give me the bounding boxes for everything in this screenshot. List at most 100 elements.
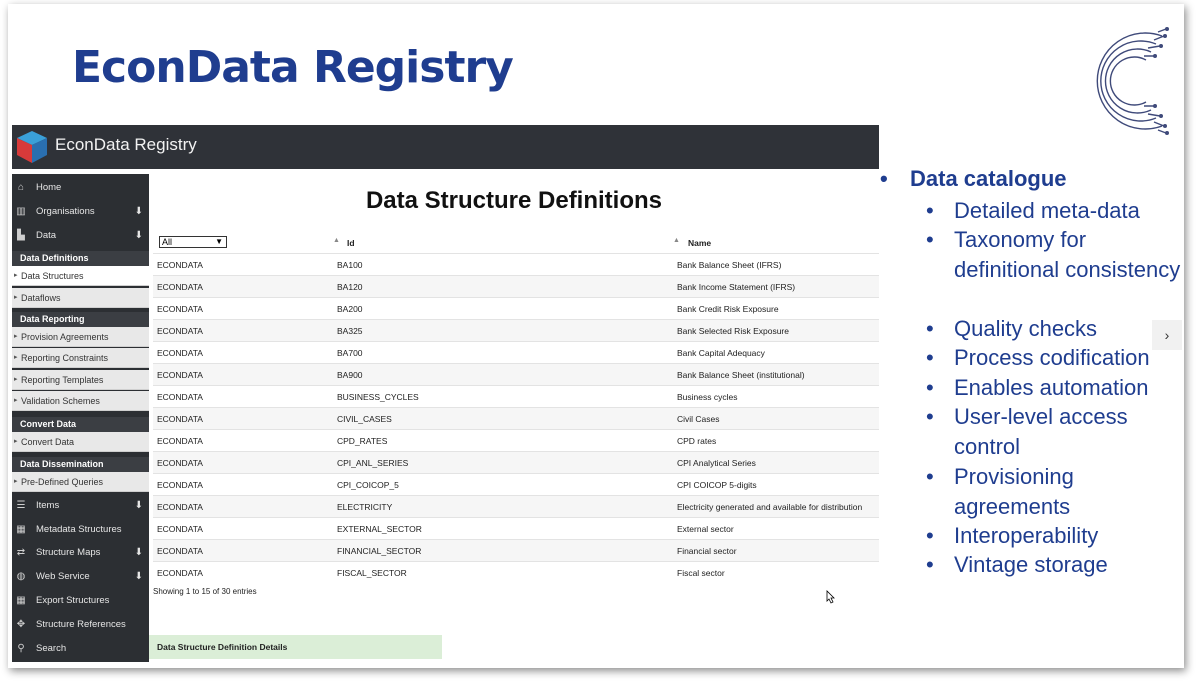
agency-cell: ECONDATA — [157, 260, 203, 270]
details-panel-header[interactable]: Data Structure Definition Details — [149, 635, 442, 659]
name-cell: Electricity generated and available for … — [677, 502, 863, 512]
globe-icon: ◍ — [16, 571, 26, 582]
arrow-down-icon: ⬇ — [134, 500, 143, 511]
id-cell: BA100 — [337, 260, 363, 270]
app-header: EconData Registry — [12, 125, 879, 169]
table-row[interactable]: ECONDATA FISCAL_SECTOR Fiscal sector — [153, 561, 879, 583]
agency-cell: ECONDATA — [157, 304, 203, 314]
table-row[interactable]: ECONDATA BA700 Bank Capital Adequacy — [153, 341, 879, 363]
name-cell: Financial sector — [677, 546, 737, 556]
main-content: Data Structure Definitions All ▼ ▲ Id ▲ … — [149, 169, 879, 662]
table-row[interactable]: ECONDATA BA325 Bank Selected Risk Exposure — [153, 319, 879, 341]
sidebar-item-predefined-queries[interactable]: ▸ Pre-Defined Queries — [12, 472, 149, 492]
chevron-down-icon: ▼ — [215, 237, 223, 246]
arrow-down-icon: ⬇ — [134, 547, 143, 558]
sort-icon[interactable]: ▲ — [333, 237, 340, 244]
sidebar-item-metadata-structures[interactable]: ▦ Metadata Structures — [12, 518, 149, 541]
name-cell: Bank Capital Adequacy — [677, 348, 765, 358]
sidebar-item-provision-agreements[interactable]: ▸ Provision Agreements — [12, 327, 149, 347]
name-cell: Civil Cases — [677, 414, 720, 424]
table-row[interactable]: ECONDATA CPD_RATES CPD rates — [153, 429, 879, 451]
table-row[interactable]: ECONDATA CPI_COICOP_5 CPI COICOP 5-digits — [153, 473, 879, 495]
sidebar-item-organisations[interactable]: ▥ Organisations ⬇ — [12, 200, 149, 223]
sidebar-item-home[interactable]: ⌂ Home — [12, 176, 149, 199]
sidebar-item-validation-schemes[interactable]: ▸ Validation Schemes — [12, 391, 149, 411]
bullet-icon: • — [880, 166, 888, 191]
sidebar-item-search[interactable]: ⚲ Search — [12, 637, 149, 660]
app-screenshot: EconData Registry ⌂ Home ▥ Organisations… — [12, 125, 879, 662]
id-cell: CPI_ANL_SERIES — [337, 458, 409, 468]
sidebar-item-data[interactable]: ▙ Data ⬇ — [12, 224, 149, 247]
bar-chart-icon: ▙ — [17, 230, 25, 241]
id-cell: EXTERNAL_SECTOR — [337, 524, 422, 534]
name-cell: Bank Credit Risk Exposure — [677, 304, 779, 314]
id-cell: BA700 — [337, 348, 363, 358]
table-row[interactable]: ECONDATA CIVIL_CASES Civil Cases — [153, 407, 879, 429]
id-cell: BUSINESS_CYCLES — [337, 392, 419, 402]
arrow-down-icon: ⬇ — [134, 206, 143, 217]
cube-logo-icon — [17, 131, 47, 163]
name-cell: Bank Balance Sheet (institutional) — [677, 370, 805, 380]
table-row[interactable]: ECONDATA BUSINESS_CYCLES Business cycles — [153, 385, 879, 407]
name-cell: CPI Analytical Series — [677, 458, 756, 468]
id-cell: BA200 — [337, 304, 363, 314]
sidebar-item-reporting-constraints[interactable]: ▸ Reporting Constraints — [12, 348, 149, 368]
home-icon: ⌂ — [17, 182, 25, 193]
section-data-dissemination: Data Dissemination — [12, 457, 149, 472]
table-row[interactable]: ECONDATA BA900 Bank Balance Sheet (institu… — [153, 363, 879, 385]
page-title: Data Structure Definitions — [365, 187, 663, 214]
bullet-icon: ▸ — [14, 397, 18, 404]
column-header-id[interactable]: Id — [347, 238, 355, 248]
sidebar-item-structure-maps[interactable]: ⇄ Structure Maps ⬇ — [12, 541, 149, 564]
name-cell: Business cycles — [677, 392, 738, 402]
bullet-icon: ▸ — [14, 438, 18, 445]
arrow-down-icon: ⬇ — [134, 230, 143, 241]
table-row[interactable]: ECONDATA FINANCIAL_SECTOR Financial sector — [153, 539, 879, 561]
name-cell: Fiscal sector — [677, 568, 725, 578]
table-row[interactable]: ECONDATA EXTERNAL_SECTOR External sector — [153, 517, 879, 539]
agency-cell: ECONDATA — [157, 546, 203, 556]
section-data-definitions: Data Definitions — [12, 251, 149, 266]
sidebar-item-structure-references[interactable]: ✥ Structure References — [12, 613, 149, 636]
agency-cell: ECONDATA — [157, 392, 203, 402]
sidebar-item-items[interactable]: ☰ Items ⬇ — [12, 494, 149, 517]
table-row[interactable]: ECONDATA CPI_ANL_SERIES CPI Analytical Ser… — [153, 451, 879, 473]
id-cell: ELECTRICITY — [337, 502, 393, 512]
circuit-logo-icon — [1096, 27, 1169, 135]
name-cell: External sector — [677, 524, 734, 534]
sidebar-item-data-structures[interactable]: ▸ Data Structures — [12, 266, 149, 286]
agency-cell: ECONDATA — [157, 502, 203, 512]
sidebar-item-web-service[interactable]: ◍ Web Service ⬇ — [12, 565, 149, 588]
table-row[interactable]: ECONDATA BA200 Bank Credit Risk Exposure — [153, 297, 879, 319]
section-convert-data: Convert Data — [12, 417, 149, 432]
table-row[interactable]: ECONDATA BA120 Bank Income Statement (IFRS… — [153, 275, 879, 297]
table-row[interactable]: ECONDATA BA100 Bank Balance Sheet (IFRS) — [153, 253, 879, 275]
exchange-icon: ⇄ — [16, 547, 26, 558]
column-header-name[interactable]: Name — [688, 238, 711, 248]
agency-cell: ECONDATA — [157, 524, 203, 534]
section-data-reporting: Data Reporting — [12, 312, 149, 327]
sidebar-item-export-structures[interactable]: ▦ Export Structures — [12, 589, 149, 612]
agency-cell: ECONDATA — [157, 348, 203, 358]
id-cell: BA325 — [337, 326, 363, 336]
sidebar-item-reporting-templates[interactable]: ▸ Reporting Templates — [12, 370, 149, 390]
puzzle-icon: ✥ — [16, 619, 26, 630]
agency-filter-select[interactable]: All ▼ — [159, 236, 227, 248]
table-icon: ▦ — [16, 595, 26, 606]
name-cell: CPD rates — [677, 436, 717, 446]
name-cell: CPI COICOP 5-digits — [677, 480, 757, 490]
sort-icon[interactable]: ▲ — [673, 237, 680, 244]
building-icon: ▥ — [16, 206, 26, 217]
id-cell: CIVIL_CASES — [337, 414, 392, 424]
bullet-icon: ▸ — [14, 478, 18, 485]
agency-cell: ECONDATA — [157, 414, 203, 424]
arrow-down-icon: ⬇ — [134, 571, 143, 582]
sidebar-item-dataflows[interactable]: ▸ Dataflows — [12, 288, 149, 308]
bullet-icon: ▸ — [14, 272, 18, 279]
app-title: EconData Registry — [55, 135, 197, 154]
table-row[interactable]: ECONDATA ELECTRICITY Electricity generated… — [153, 495, 879, 517]
agency-cell: ECONDATA — [157, 326, 203, 336]
name-cell: Bank Selected Risk Exposure — [677, 326, 789, 336]
sidebar-item-convert-data[interactable]: ▸ Convert Data — [12, 432, 149, 452]
id-cell: BA120 — [337, 282, 363, 292]
